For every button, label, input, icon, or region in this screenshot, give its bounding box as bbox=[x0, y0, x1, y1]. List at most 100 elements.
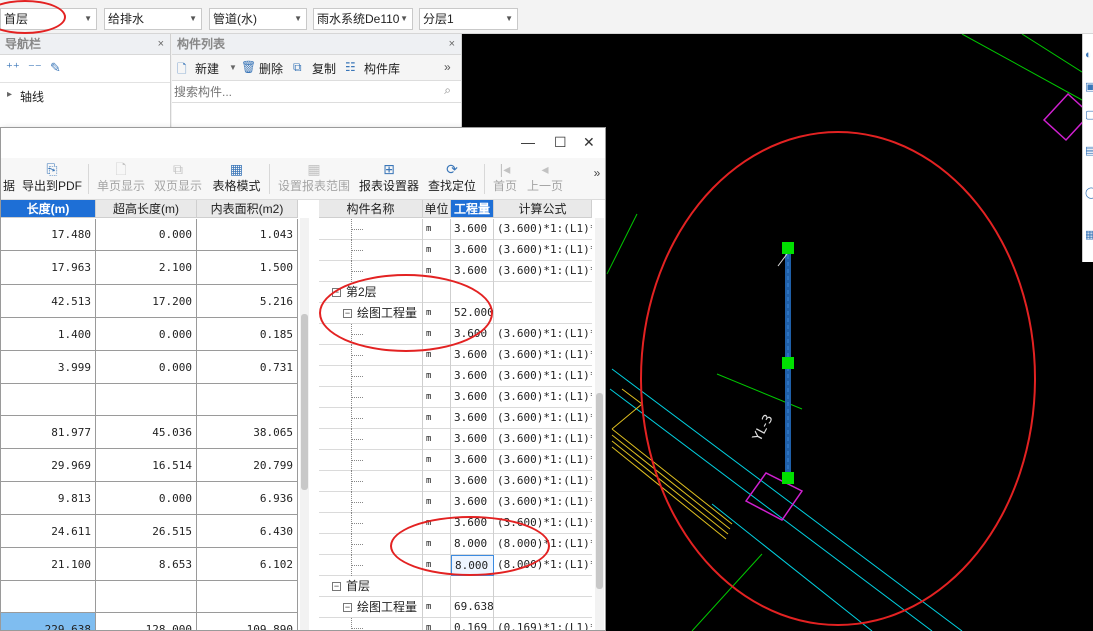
edit-icon[interactable]: ✎ bbox=[50, 60, 61, 76]
collapse-icon[interactable]: − bbox=[332, 582, 341, 592]
table-cell-length[interactable]: 29.969 bbox=[1, 449, 96, 481]
column-header-formula[interactable]: 计算公式 bbox=[494, 200, 592, 218]
table-row[interactable]: 17.963 2.100 1.500 bbox=[1, 251, 298, 285]
table-row[interactable]: m3.600(3.600)*1:(L1)*1 bbox=[319, 345, 592, 366]
table-cell-length[interactable] bbox=[1, 581, 96, 612]
table-cell-over[interactable] bbox=[96, 384, 197, 415]
table-cell-length[interactable]: 24.611 bbox=[1, 515, 96, 547]
table-cell-formula[interactable]: (3.600)*1:(L1)*1 bbox=[494, 261, 592, 282]
table-cell-name[interactable]: − 首层 bbox=[319, 576, 423, 597]
table-cell-formula[interactable]: (3.600)*1:(L1)*1 bbox=[494, 492, 592, 513]
table-row[interactable]: m0.169(0.169)*1:(L1)*1 bbox=[319, 618, 592, 630]
table-cell-name[interactable] bbox=[319, 387, 423, 408]
table-cell-length[interactable]: 3.999 bbox=[1, 351, 96, 383]
table-row[interactable]: 3.999 0.000 0.731 bbox=[1, 351, 298, 384]
category-select[interactable]: 管道(水) ▼ bbox=[209, 8, 307, 30]
table-row[interactable]: 1.400 0.000 0.185 bbox=[1, 318, 298, 351]
table-cell-unit[interactable]: m bbox=[423, 219, 451, 240]
table-cell-name[interactable] bbox=[319, 408, 423, 429]
collapse-all-icon[interactable]: ⁻⁻ bbox=[28, 60, 42, 76]
table-cell-name[interactable] bbox=[319, 450, 423, 471]
table-cell-length[interactable]: 9.813 bbox=[1, 482, 96, 514]
table-cell-formula[interactable] bbox=[494, 576, 592, 597]
column-header-unit[interactable]: 单位 bbox=[423, 200, 451, 218]
table-cell-quantity[interactable]: 3.600 bbox=[451, 450, 494, 471]
scroll-thumb[interactable] bbox=[596, 393, 603, 589]
table-cell-unit[interactable]: m bbox=[423, 450, 451, 471]
table-cell-area[interactable]: 1.500 bbox=[197, 251, 298, 284]
table-cell-unit[interactable]: m bbox=[423, 492, 451, 513]
table-cell-length[interactable]: 81.977 bbox=[1, 416, 96, 448]
table-cell-name[interactable] bbox=[319, 492, 423, 513]
page-icon[interactable]: ▢ bbox=[1085, 108, 1093, 122]
table-cell-length[interactable]: 1.400 bbox=[1, 318, 96, 350]
table-cell-over[interactable]: 0.000 bbox=[96, 318, 197, 350]
table-cell-area[interactable]: 0.185 bbox=[197, 318, 298, 350]
table-cell-area[interactable]: 1.043 bbox=[197, 219, 298, 250]
table-cell-formula[interactable]: (3.600)*1:(L1)*1 bbox=[494, 219, 592, 240]
table-cell-unit[interactable]: m bbox=[423, 471, 451, 492]
table-cell-formula[interactable] bbox=[494, 282, 592, 303]
table-row[interactable]: 29.969 16.514 20.799 bbox=[1, 449, 298, 482]
table-row[interactable]: − 绘图工程量 m 69.638 bbox=[319, 597, 592, 618]
table-cell-unit[interactable]: m bbox=[423, 387, 451, 408]
find-locate-button[interactable]: ⟳ 查找定位 bbox=[425, 158, 479, 200]
table-cell-quantity[interactable] bbox=[451, 576, 494, 597]
table-cell-formula[interactable] bbox=[494, 303, 592, 324]
table-row[interactable]: m3.600(3.600)*1:(L1)*1 bbox=[319, 450, 592, 471]
table-cell-over[interactable]: 128.000 bbox=[96, 613, 197, 630]
table-cell-unit[interactable]: m bbox=[423, 429, 451, 450]
close-icon[interactable]: × bbox=[449, 34, 455, 55]
table-mode-button[interactable]: ▦ 表格模式 bbox=[209, 158, 264, 200]
copy-button[interactable]: 复制 bbox=[312, 60, 336, 77]
table-cell-quantity[interactable]: 3.600 bbox=[451, 492, 494, 513]
specialty-select[interactable]: 给排水 ▼ bbox=[104, 8, 202, 30]
table-cell-length[interactable]: 42.513 bbox=[1, 285, 96, 317]
minimize-icon[interactable]: — bbox=[521, 134, 535, 150]
table-row[interactable]: m3.600(3.600)*1:(L1)*1 bbox=[319, 219, 592, 240]
column-header-inner-area[interactable]: 内表面积(m2) bbox=[197, 200, 298, 218]
table-cell-length[interactable] bbox=[1, 384, 96, 415]
table-cell-formula[interactable]: (3.600)*1:(L1)*1 bbox=[494, 429, 592, 450]
table-cell-area[interactable]: 6.936 bbox=[197, 482, 298, 514]
table-cell-formula[interactable]: (3.600)*1:(L1)*1 bbox=[494, 387, 592, 408]
table-cell-over[interactable]: 26.515 bbox=[96, 515, 197, 547]
table-cell-name[interactable] bbox=[319, 429, 423, 450]
more-tools-button[interactable]: » bbox=[444, 60, 451, 74]
table-cell-area[interactable] bbox=[197, 581, 298, 612]
table-cell-name[interactable] bbox=[319, 618, 423, 630]
table-row[interactable] bbox=[1, 581, 298, 613]
table-row[interactable]: 24.611 26.515 6.430 bbox=[1, 515, 298, 548]
detail-table-scrollbar[interactable] bbox=[595, 218, 604, 630]
table-cell-formula[interactable]: (3.600)*1:(L1)*1 bbox=[494, 240, 592, 261]
circle-icon[interactable]: ◯ bbox=[1085, 186, 1093, 200]
table-cell-quantity[interactable]: 3.600 bbox=[451, 345, 494, 366]
table-cell-name[interactable] bbox=[319, 219, 423, 240]
table-cell-quantity[interactable]: 3.600 bbox=[451, 261, 494, 282]
table-row[interactable]: m3.600(3.600)*1:(L1)*1 bbox=[319, 471, 592, 492]
layer-icon[interactable]: ▤ bbox=[1085, 144, 1093, 158]
table-cell-area[interactable]: 6.430 bbox=[197, 515, 298, 547]
table-row[interactable]: − 首层 bbox=[319, 576, 592, 597]
table-row[interactable]: 21.100 8.653 6.102 bbox=[1, 548, 298, 581]
collapse-icon[interactable]: − bbox=[343, 603, 352, 613]
export-pdf-button[interactable]: ⎘ 导出到PDF bbox=[21, 158, 83, 200]
table-row[interactable]: m3.600(3.600)*1:(L1)*1 bbox=[319, 492, 592, 513]
first-page-button[interactable]: |◂ 首页 bbox=[489, 158, 521, 200]
close-icon[interactable]: × bbox=[158, 34, 164, 55]
table-cell-area[interactable]: 6.102 bbox=[197, 548, 298, 580]
table-cell-unit[interactable]: m bbox=[423, 408, 451, 429]
table-row[interactable] bbox=[1, 384, 298, 416]
table-cell-formula[interactable]: (0.169)*1:(L1)*1 bbox=[494, 618, 592, 630]
component-search-input[interactable] bbox=[174, 83, 436, 100]
maximize-icon[interactable]: ☐ bbox=[554, 134, 567, 151]
table-cell-area[interactable] bbox=[197, 384, 298, 415]
table-cell-name[interactable] bbox=[319, 366, 423, 387]
table-cell-over[interactable]: 0.000 bbox=[96, 351, 197, 383]
single-page-button[interactable]: 🗋 单页显示 bbox=[95, 158, 147, 200]
table-cell-unit[interactable]: m bbox=[423, 618, 451, 630]
table-cell-area[interactable]: 109.890 bbox=[197, 613, 298, 630]
table-cell-formula[interactable]: (3.600)*1:(L1)*1 bbox=[494, 324, 592, 345]
summary-table-scrollbar[interactable] bbox=[300, 218, 309, 630]
column-header-length[interactable]: 长度(m) bbox=[1, 200, 96, 218]
